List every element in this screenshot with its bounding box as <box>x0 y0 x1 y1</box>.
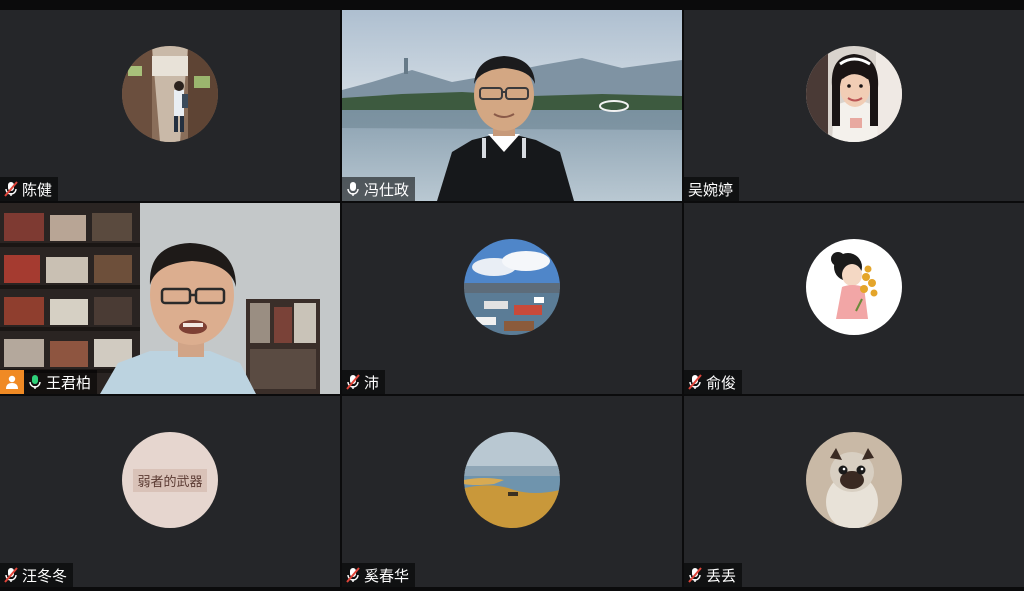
participant-tile-chen-jian[interactable]: 陈健 <box>0 10 340 201</box>
participant-name-bar: 王君柏 <box>24 370 98 394</box>
participant-tile-diu-diu[interactable]: 丢丢 <box>684 396 1024 587</box>
participant-tile-xi-chunhua[interactable]: 奚春华 <box>342 396 682 587</box>
participant-name-bar: 吴婉婷 <box>684 177 740 201</box>
participant-tile-wu-wanting[interactable]: 吴婉婷 <box>684 10 1024 201</box>
woman-portrait-avatar <box>806 46 902 142</box>
participant-name-bar: 俞俊 <box>684 370 743 394</box>
participant-name-bar: 陈健 <box>0 177 59 201</box>
participant-name-bar: 奚春华 <box>342 563 416 587</box>
participant-name-bar: 汪冬冬 <box>0 563 74 587</box>
mic-muted-icon <box>346 567 360 583</box>
participant-name: 冯仕政 <box>364 180 410 199</box>
alley-photo-avatar <box>122 46 218 142</box>
mic-muted-icon <box>688 567 702 583</box>
participant-tile-yu-jun[interactable]: 俞俊 <box>684 203 1024 394</box>
participant-tile-pei[interactable]: 沛 <box>342 203 682 394</box>
mic-muted-icon <box>4 181 18 197</box>
mic-muted-icon <box>4 567 18 583</box>
beach-photo-avatar <box>464 432 560 528</box>
mic-on-icon <box>346 181 360 197</box>
participant-name-bar: 冯仕政 <box>342 177 416 201</box>
bookshelf-video <box>0 203 340 394</box>
harbor-photo-avatar <box>464 239 560 335</box>
participant-name: 吴婉婷 <box>688 180 734 199</box>
participant-tile-wang-dongdong[interactable]: 弱者的武器 汪冬冬 <box>0 396 340 587</box>
lake-background-video <box>342 10 682 201</box>
mic-muted-icon <box>688 374 702 390</box>
participant-name: 汪冬冬 <box>22 566 68 585</box>
participant-name: 王君柏 <box>46 373 92 392</box>
participant-tile-wang-junbai[interactable]: 王君柏 <box>0 203 340 394</box>
participant-name: 沛 <box>364 373 380 392</box>
participant-tile-feng-shizheng[interactable]: 冯仕政 <box>342 10 682 201</box>
participant-name-bar: 沛 <box>342 370 386 394</box>
host-user-icon <box>0 370 24 394</box>
participant-name: 陈健 <box>22 180 53 199</box>
participant-name: 俞俊 <box>706 373 737 392</box>
book-cover-avatar: 弱者的武器 <box>122 432 218 528</box>
participant-name-bar: 丢丢 <box>684 563 743 587</box>
pug-photo-avatar <box>806 432 902 528</box>
cartoon-girl-avatar <box>806 239 902 335</box>
mic-muted-icon <box>346 374 360 390</box>
participant-name: 丢丢 <box>706 566 737 585</box>
book-title-text: 弱者的武器 <box>133 468 207 492</box>
video-gallery: 陈健 冯仕政 吴婉婷 王君柏 沛 俞俊 弱者的武器 汪冬冬 奚春华 丢丢 <box>0 10 1024 591</box>
mic-on-icon <box>28 374 42 390</box>
participant-name: 奚春华 <box>364 566 410 585</box>
